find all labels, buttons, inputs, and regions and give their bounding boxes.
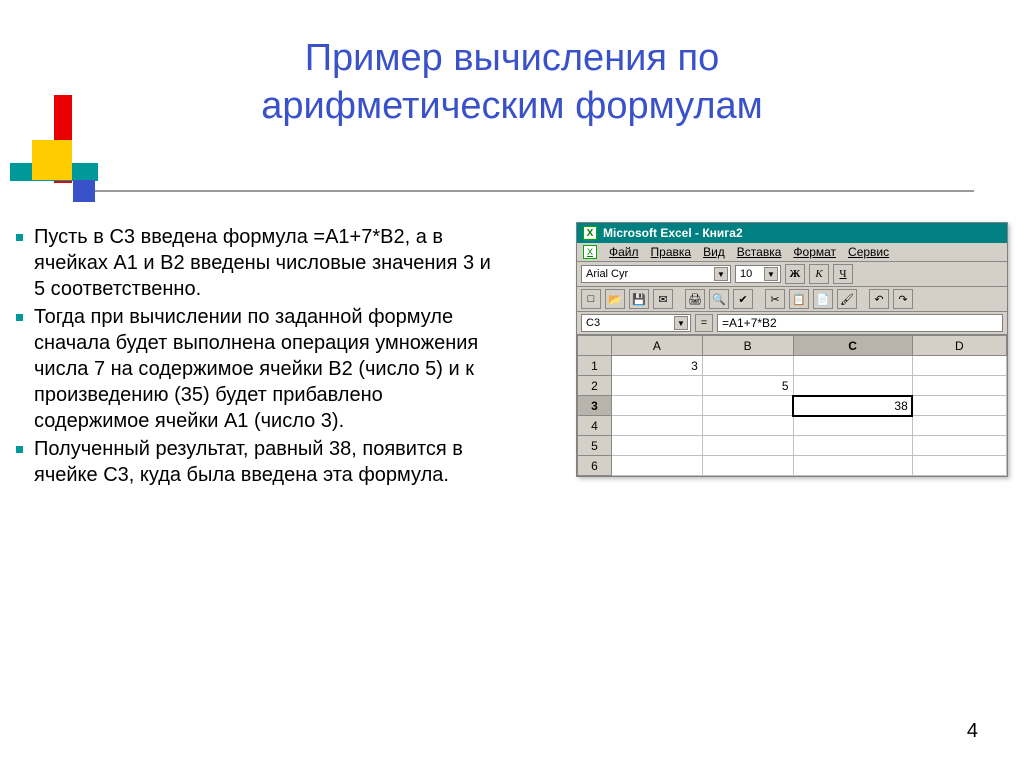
excel-titlebar: X Microsoft Excel - Книга2 (577, 223, 1007, 243)
menu-insert[interactable]: Вставка (737, 245, 782, 259)
excel-window: X Microsoft Excel - Книга2 X Файл Правка… (576, 222, 1008, 477)
excel-menubar: X Файл Правка Вид Вставка Формат Сервис (577, 243, 1007, 262)
font-size-value: 10 (740, 268, 752, 280)
content-text: Пусть в C3 введена формула =A1+7*B2, а в… (8, 224, 498, 490)
menu-edit[interactable]: Правка (651, 245, 692, 259)
cell[interactable] (912, 376, 1006, 396)
title-line-1: Пример вычисления по (305, 37, 720, 79)
cell[interactable] (912, 396, 1006, 416)
row-header[interactable]: 1 (578, 356, 612, 376)
row-header[interactable]: 2 (578, 376, 612, 396)
cell[interactable] (912, 416, 1006, 436)
cell[interactable] (793, 416, 912, 436)
excel-format-bar: Arial Cyr ▼ 10 ▼ Ж К Ч (577, 262, 1007, 287)
cell[interactable] (702, 456, 793, 476)
cell[interactable] (793, 436, 912, 456)
save-icon[interactable]: 💾 (629, 289, 649, 309)
cell[interactable] (612, 396, 703, 416)
bullet-item: Пусть в C3 введена формула =A1+7*B2, а в… (8, 224, 498, 302)
separator (861, 289, 865, 309)
paste-icon[interactable]: 📄 (813, 289, 833, 309)
separator (757, 289, 761, 309)
mail-icon[interactable]: ✉ (653, 289, 673, 309)
cell-selected[interactable]: 38 (793, 396, 912, 416)
title-line-2: арифметическим формулам (261, 85, 763, 127)
open-file-icon[interactable]: 📂 (605, 289, 625, 309)
spreadsheet-grid: A B C D 1 3 2 5 3 38 4 (577, 335, 1007, 476)
document-icon: X (583, 245, 597, 259)
cell[interactable] (612, 416, 703, 436)
cell[interactable] (702, 396, 793, 416)
format-painter-icon[interactable]: 🖌 (837, 289, 857, 309)
excel-formula-bar: C3 ▼ = =A1+7*B2 (577, 312, 1007, 335)
column-header[interactable]: C (793, 336, 912, 356)
deco-square-blue (73, 180, 95, 202)
dropdown-arrow-icon: ▼ (674, 316, 688, 330)
italic-button[interactable]: К (809, 264, 829, 284)
menu-format[interactable]: Формат (793, 245, 836, 259)
formula-value: =A1+7*B2 (722, 316, 777, 330)
print-preview-icon[interactable]: 🔍 (709, 289, 729, 309)
font-name-value: Arial Cyr (586, 268, 628, 280)
cell[interactable] (702, 436, 793, 456)
undo-icon[interactable]: ↶ (869, 289, 889, 309)
menu-tools[interactable]: Сервис (848, 245, 889, 259)
row-header[interactable]: 5 (578, 436, 612, 456)
name-box[interactable]: C3 ▼ (581, 314, 691, 332)
cell[interactable] (702, 416, 793, 436)
page-title: Пример вычисления по арифметическим форм… (0, 34, 1024, 130)
cell[interactable]: 3 (612, 356, 703, 376)
copy-icon[interactable]: 📋 (789, 289, 809, 309)
cell[interactable] (793, 356, 912, 376)
bold-button[interactable]: Ж (785, 264, 805, 284)
name-box-value: C3 (586, 317, 600, 329)
cell[interactable]: 5 (702, 376, 793, 396)
excel-app-icon: X (583, 226, 597, 240)
cell[interactable] (702, 356, 793, 376)
cell[interactable] (912, 456, 1006, 476)
page-number: 4 (967, 720, 978, 743)
excel-toolbar: □ 📂 💾 ✉ 🖨 🔍 ✔ ✂ 📋 📄 🖌 ↶ ↷ (577, 287, 1007, 312)
column-header[interactable]: A (612, 336, 703, 356)
formula-input[interactable]: =A1+7*B2 (717, 314, 1003, 332)
cell[interactable] (912, 356, 1006, 376)
cell[interactable] (912, 436, 1006, 456)
select-all-corner[interactable] (578, 336, 612, 356)
row-header[interactable]: 6 (578, 456, 612, 476)
separator (677, 289, 681, 309)
bullet-item: Полученный результат, равный 38, появитс… (8, 436, 498, 488)
deco-line (74, 190, 974, 192)
spellcheck-icon[interactable]: ✔ (733, 289, 753, 309)
excel-title-text: Microsoft Excel - Книга2 (603, 226, 743, 240)
dropdown-arrow-icon: ▼ (764, 267, 778, 281)
new-file-icon[interactable]: □ (581, 289, 601, 309)
menu-view[interactable]: Вид (703, 245, 725, 259)
row-header[interactable]: 3 (578, 396, 612, 416)
cell[interactable] (612, 456, 703, 476)
cell[interactable] (793, 456, 912, 476)
cell[interactable] (612, 436, 703, 456)
equals-button[interactable]: = (695, 314, 713, 332)
row-header[interactable]: 4 (578, 416, 612, 436)
redo-icon[interactable]: ↷ (893, 289, 913, 309)
deco-square-yellow (32, 140, 72, 180)
print-icon[interactable]: 🖨 (685, 289, 705, 309)
cell[interactable] (793, 376, 912, 396)
bullet-item: Тогда при вычислении по заданной формуле… (8, 304, 498, 434)
column-header[interactable]: B (702, 336, 793, 356)
font-size-combo[interactable]: 10 ▼ (735, 265, 781, 283)
menu-file[interactable]: Файл (609, 245, 639, 259)
underline-button[interactable]: Ч (833, 264, 853, 284)
cut-icon[interactable]: ✂ (765, 289, 785, 309)
font-name-combo[interactable]: Arial Cyr ▼ (581, 265, 731, 283)
column-header[interactable]: D (912, 336, 1006, 356)
cell[interactable] (612, 376, 703, 396)
dropdown-arrow-icon: ▼ (714, 267, 728, 281)
